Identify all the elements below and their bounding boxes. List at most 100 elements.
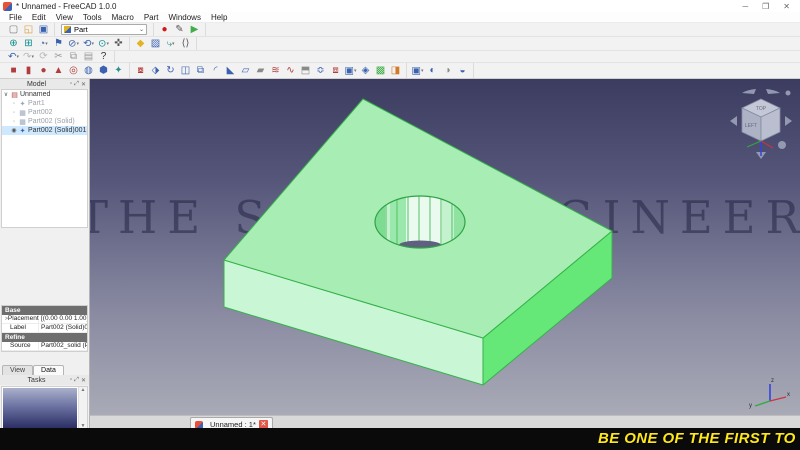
nav-cube-menu-icon[interactable] (786, 91, 791, 96)
menu-windows[interactable]: Windows (163, 13, 205, 22)
tree-item-part002-solid-[interactable]: ▫▦Part002 (Solid) (2, 117, 87, 126)
menu-macro[interactable]: Macro (107, 13, 139, 22)
paste-icon[interactable]: ▤ (82, 51, 95, 63)
tree-item-part002-solid-001[interactable]: ◉✦Part002 (Solid)001 (2, 126, 87, 135)
property-group-refine[interactable]: Refine (2, 333, 87, 342)
refresh-icon[interactable]: ⟳ (37, 51, 50, 63)
tree-item-unnamed[interactable]: ∨▤Unnamed (2, 90, 87, 99)
tasks-scrollbar[interactable]: ▲ ▼ (78, 387, 87, 429)
solid-convert-icon[interactable]: ⧇ (134, 65, 147, 77)
cross-sections-icon[interactable]: ≎ (314, 65, 327, 77)
fit-all-icon[interactable]: ⊕ (7, 38, 20, 50)
copy-icon[interactable]: ⧉ (67, 51, 80, 63)
new-document-icon[interactable]: ▢ (7, 24, 20, 36)
macro-record-icon[interactable]: ● (158, 24, 171, 36)
menu-help[interactable]: Help (206, 13, 232, 22)
menu-part[interactable]: Part (139, 13, 164, 22)
minimize-button[interactable]: ─ (742, 2, 748, 11)
tree-item-part002[interactable]: ▫▦Part002 (2, 108, 87, 117)
menu-file[interactable]: File (4, 13, 27, 22)
menu-tools[interactable]: Tools (78, 13, 107, 22)
ruled-surface-icon[interactable]: ▰ (254, 65, 267, 77)
cone-icon[interactable]: ▲ (52, 65, 65, 77)
workbench-selector[interactable]: Part ⌄ (61, 24, 147, 35)
rotate-right-arrow-icon[interactable] (785, 116, 792, 126)
property-value[interactable]: Part002_solid (Part0... (39, 342, 87, 350)
open-icon[interactable]: ◱ (22, 24, 35, 36)
menu-view[interactable]: View (51, 13, 78, 22)
chamfer-icon[interactable]: ◣ (224, 65, 237, 77)
box-icon[interactable]: ■ (7, 65, 20, 77)
dock-button[interactable]: ▫ (70, 377, 72, 384)
primitives-icon[interactable]: ⬢ (97, 65, 110, 77)
boolean-cut-icon[interactable]: ◑ (441, 65, 454, 77)
property-row-placement[interactable]: >Placement[(0.00 0.00 1.00); 0.00... (2, 315, 87, 324)
nav-trackball-icon[interactable] (778, 141, 786, 149)
defeaturing-icon[interactable]: ▩ (374, 65, 387, 77)
extrude-icon[interactable]: ⬗ (149, 65, 162, 77)
property-row-source[interactable]: SourcePart002_solid (Part0... (2, 342, 87, 351)
fillet-icon[interactable]: ◜ (209, 65, 222, 77)
revolve-icon[interactable]: ↻ (164, 65, 177, 77)
boolean-union-icon[interactable]: ◒ (456, 65, 469, 77)
check-geometry-icon[interactable]: ◈ (359, 65, 372, 77)
zoom-icon[interactable]: ⊙▾ (97, 38, 110, 50)
rotation-icon[interactable]: ⟲▾ (82, 38, 95, 50)
save-icon[interactable]: ▣ (37, 24, 50, 36)
boolean-icon[interactable]: ◐ (426, 65, 439, 77)
cut-icon[interactable]: ✂ (52, 51, 65, 63)
sweep-icon[interactable]: ∿ (284, 65, 297, 77)
close-panel-button[interactable]: ✕ (81, 377, 86, 384)
align-view-icon[interactable]: ⚑ (52, 38, 65, 50)
property-value[interactable]: [(0.00 0.00 1.00); 0.00... (39, 315, 87, 323)
scroll-up-icon[interactable]: ▲ (81, 387, 86, 393)
offset-icon[interactable]: ⧈ (329, 65, 342, 77)
mirror-icon[interactable]: ◫ (179, 65, 192, 77)
view-sphere-icon[interactable]: ◔▾ (37, 38, 50, 50)
property-row-label[interactable]: LabelPart002 (Solid)001 (2, 324, 87, 333)
tree-item-part1[interactable]: ▫✦Part1 (2, 99, 87, 108)
create-part-icon[interactable]: ◆ (134, 38, 147, 50)
property-value[interactable]: Part002 (Solid)001 (39, 324, 87, 332)
dock-button[interactable]: ▫ (70, 81, 72, 88)
fit-selection-icon[interactable]: ⊞ (22, 38, 35, 50)
property-group-base[interactable]: Base (2, 306, 87, 315)
close-button[interactable]: ✕ (783, 2, 790, 11)
make-link-icon[interactable]: ⤷▾ (164, 38, 177, 50)
color-per-face-icon[interactable]: ◨ (389, 65, 402, 77)
shape-builder-icon[interactable]: ✦ (112, 65, 125, 77)
nav-cube-left-label[interactable]: LEFT (745, 123, 757, 129)
scale-icon[interactable]: ⧉ (194, 65, 207, 77)
macro-play-icon[interactable]: ▶ (188, 24, 201, 36)
close-panel-button[interactable]: ✕ (81, 81, 86, 88)
thickness-icon[interactable]: ▣▾ (344, 65, 357, 77)
tab-data[interactable]: Data (33, 365, 64, 375)
rotate-left-arrow-icon[interactable] (730, 116, 737, 126)
pin-view-icon[interactable]: ✜ (112, 38, 125, 50)
navigation-cube[interactable]: TOP LEFT (728, 85, 794, 163)
create-group-icon[interactable]: ▨ (149, 38, 162, 50)
macro-edit-icon[interactable]: ✎ (173, 24, 186, 36)
compound-icon[interactable]: ▣▾ (411, 65, 424, 77)
make-face-icon[interactable]: ▱ (239, 65, 252, 77)
redo-icon[interactable]: ↷▾ (22, 51, 35, 63)
tube-icon[interactable]: ◍ (82, 65, 95, 77)
tab-view[interactable]: View (2, 365, 33, 375)
placement-icon[interactable]: ⟨⟩ (179, 38, 192, 50)
float-button[interactable]: ⤢ (74, 377, 79, 384)
torus-icon[interactable]: ◎ (67, 65, 80, 77)
draw-style-icon[interactable]: ⊘▾ (67, 38, 80, 50)
tree-expander-icon[interactable]: ∨ (2, 91, 10, 98)
maximize-button[interactable]: ❐ (762, 2, 769, 11)
undo-icon[interactable]: ↶▾ (7, 51, 20, 63)
cylinder-icon[interactable]: ▮ (22, 65, 35, 77)
float-button[interactable]: ⤢ (74, 81, 79, 88)
nav-cube-top-label[interactable]: TOP (756, 106, 767, 112)
3d-viewport[interactable]: THE SAVVY ENGINEER (90, 79, 800, 415)
loft-icon[interactable]: ≋ (269, 65, 282, 77)
whats-this-icon[interactable]: ? (97, 51, 110, 63)
section-icon[interactable]: ⬒ (299, 65, 312, 77)
sphere-icon[interactable]: ● (37, 65, 50, 77)
part-solid[interactable] (90, 79, 800, 415)
menu-edit[interactable]: Edit (27, 13, 51, 22)
